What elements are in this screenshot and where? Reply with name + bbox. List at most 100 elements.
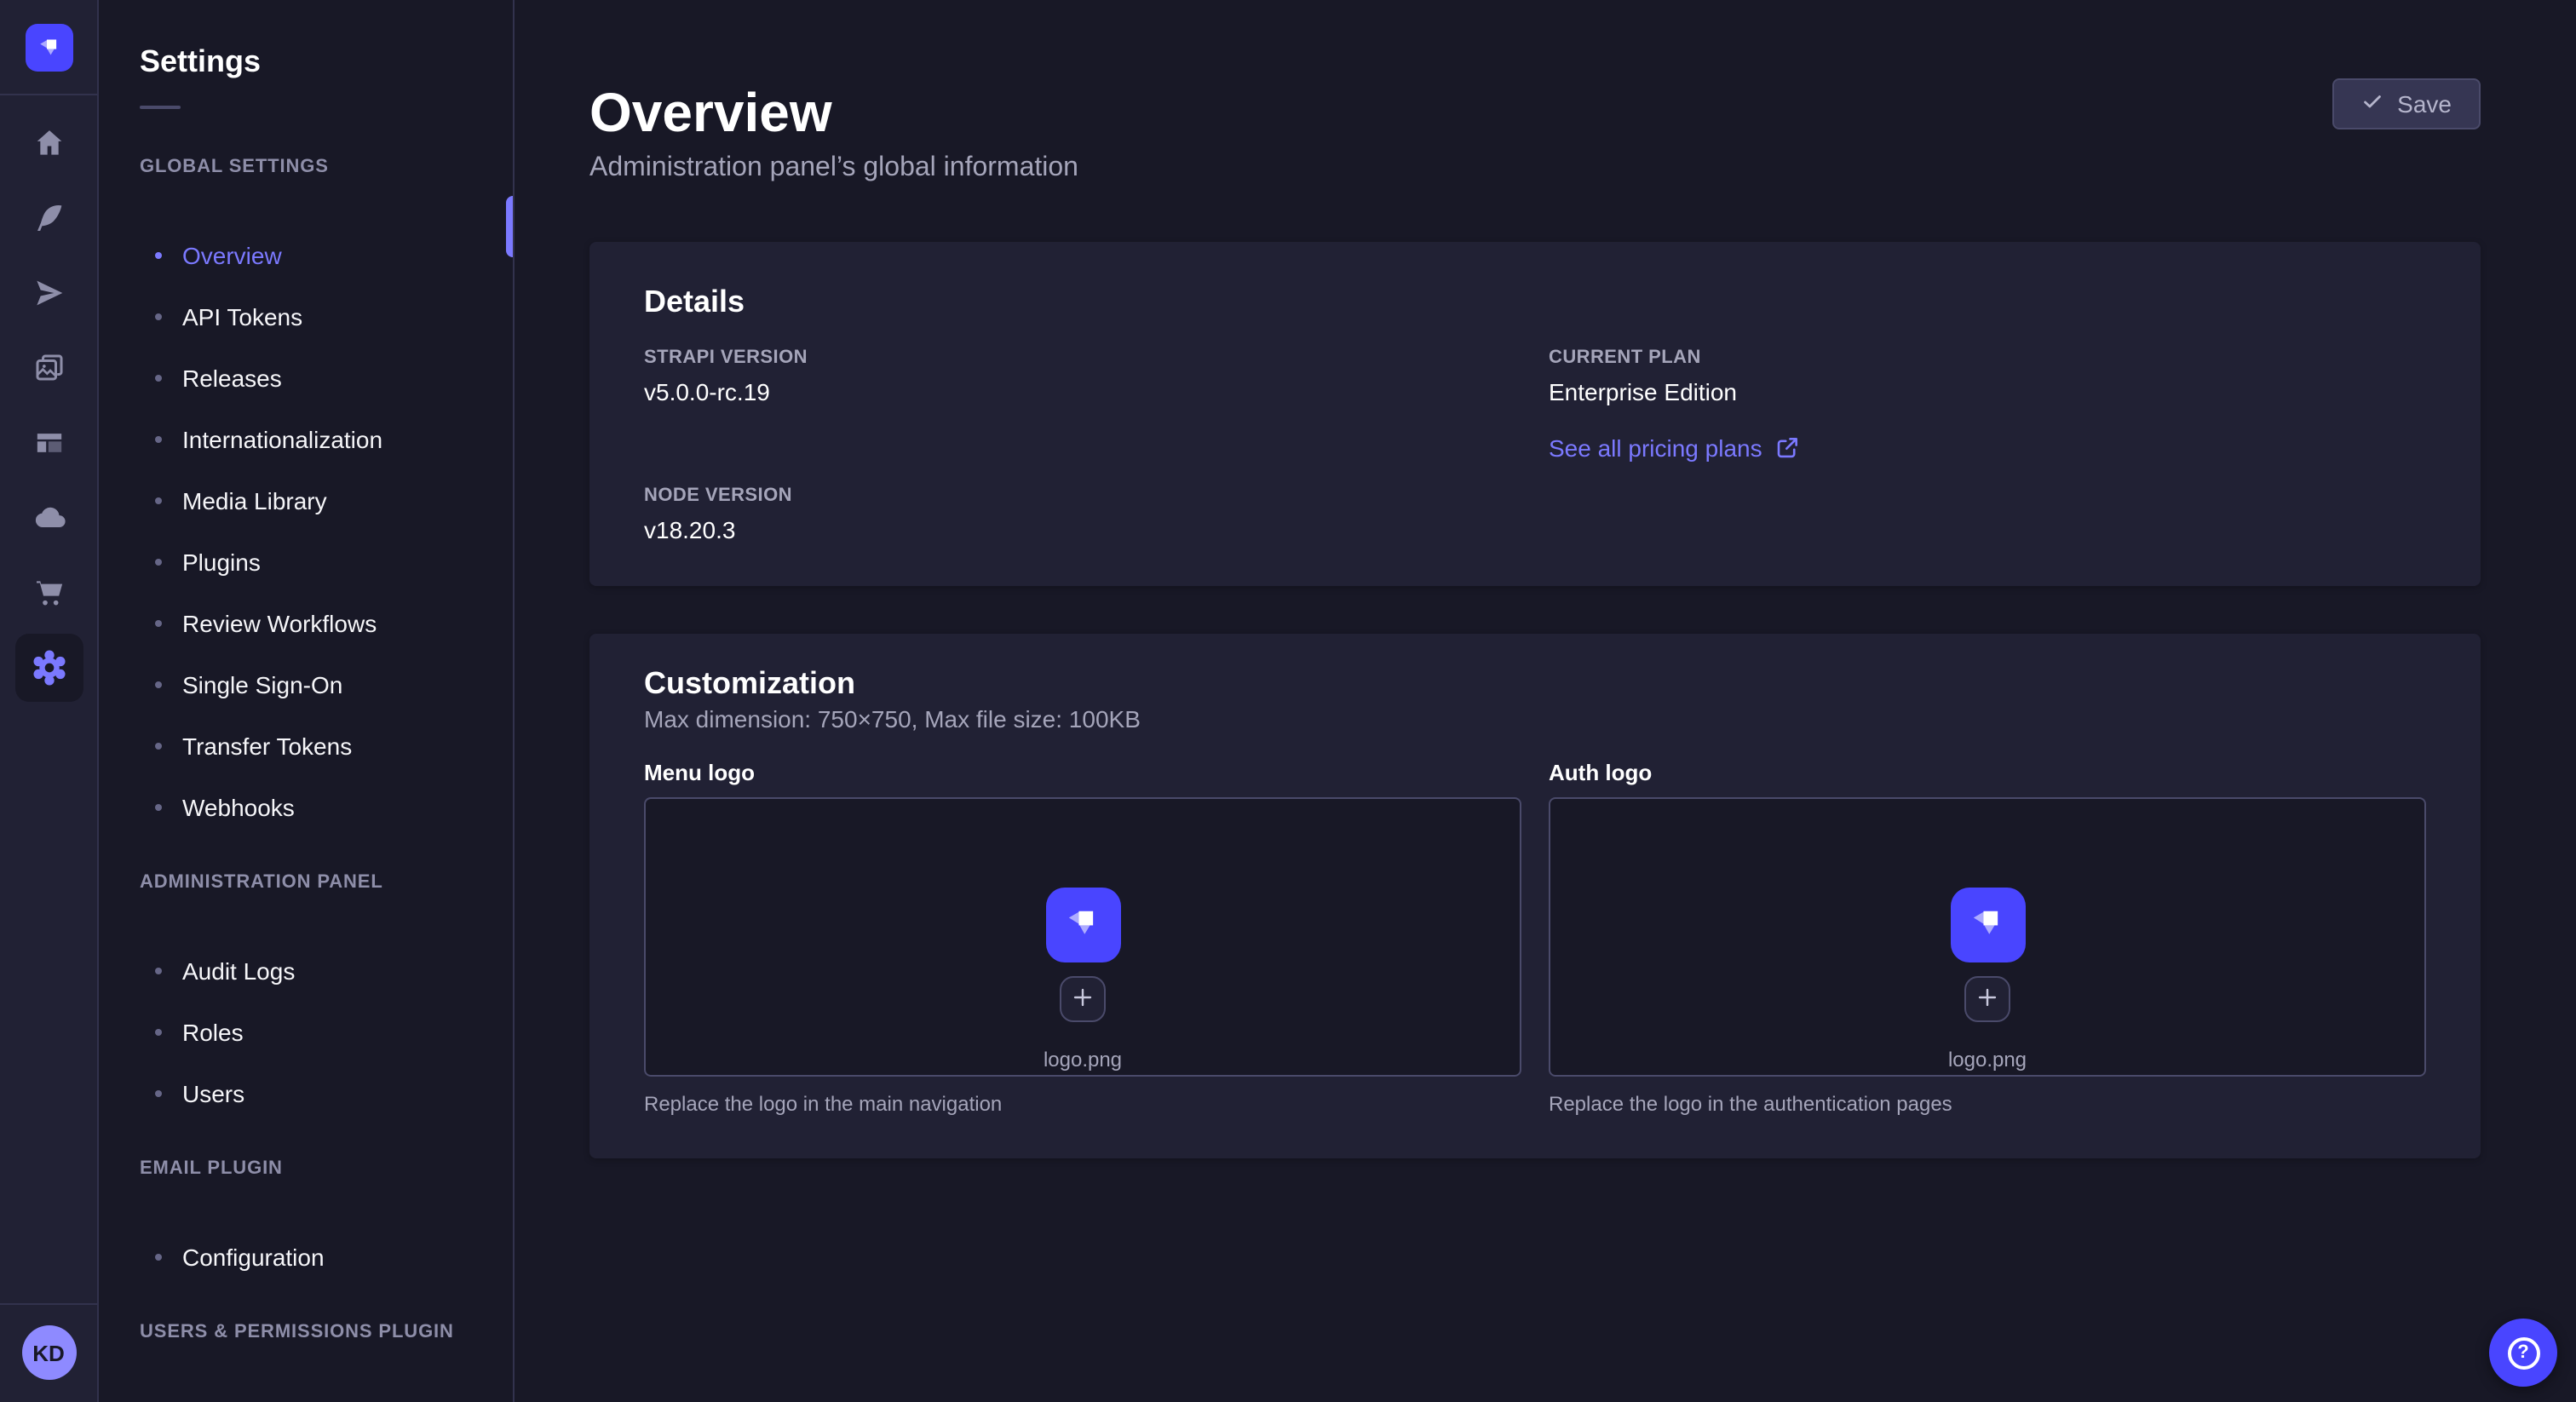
- subnav-item-label: Overview: [182, 242, 282, 269]
- subnav-section-global: GLOBAL SETTINGS Overview API Tokens Rele…: [99, 136, 513, 838]
- subnav-section-label: GLOBAL SETTINGS: [99, 136, 513, 198]
- subnav-item-audit-logs[interactable]: Audit Logs: [99, 940, 513, 1002]
- avatar[interactable]: KD: [21, 1325, 76, 1380]
- save-button-label: Save: [2397, 90, 2452, 118]
- current-plan-label: CURRENT PLAN: [1549, 348, 2426, 370]
- pricing-plans-link-label: See all pricing plans: [1549, 431, 1762, 465]
- subnav-item-single-sign-on[interactable]: Single Sign-On: [99, 654, 513, 715]
- subnav-item-transfer-tokens[interactable]: Transfer Tokens: [99, 715, 513, 777]
- add-logo-button[interactable]: [1964, 976, 2010, 1022]
- strapi-logo-button[interactable]: [25, 24, 72, 72]
- subnav-item-label: API Tokens: [182, 303, 302, 330]
- subnav-section-users-permissions: USERS & PERMISSIONS PLUGIN Roles Provide…: [99, 1301, 513, 1402]
- subnav-item-api-tokens[interactable]: API Tokens: [99, 286, 513, 348]
- customization-card: Customization Max dimension: 750×750, Ma…: [589, 634, 2481, 1158]
- subnav-section-label: USERS & PERMISSIONS PLUGIN: [99, 1301, 513, 1363]
- subnav-item-configuration[interactable]: Configuration: [99, 1227, 513, 1288]
- settings-subnav: Settings GLOBAL SETTINGS Overview API To…: [99, 0, 515, 1402]
- bullet-icon: [155, 620, 162, 627]
- pricing-plans-link[interactable]: See all pricing plans: [1549, 431, 1800, 465]
- node-version-label: NODE VERSION: [644, 486, 1521, 508]
- question-mark-icon: ?: [2507, 1336, 2539, 1369]
- strapi-logo-icon: [33, 30, 64, 66]
- strapi-logo-icon: [1964, 898, 2010, 952]
- images-icon[interactable]: [14, 334, 83, 402]
- help-button[interactable]: ?: [2489, 1319, 2557, 1387]
- page-header-text: Overview Administration panel’s global i…: [589, 78, 1078, 187]
- details-column-right: CURRENT PLAN Enterprise Edition See all …: [1549, 348, 2426, 545]
- subnav-item-overview[interactable]: Overview: [99, 225, 513, 286]
- subnav-item-internationalization[interactable]: Internationalization: [99, 409, 513, 470]
- main-content: Overview Administration panel’s global i…: [516, 0, 2576, 1402]
- bullet-icon: [155, 743, 162, 750]
- bullet-icon: [155, 968, 162, 974]
- details-column-left: STRAPI VERSION v5.0.0-rc.19 NODE VERSION…: [644, 348, 1521, 545]
- external-link-icon: [1776, 436, 1800, 460]
- bullet-icon: [155, 1254, 162, 1261]
- rail-nav: [14, 95, 83, 702]
- home-icon[interactable]: [14, 109, 83, 177]
- subnav-item-media-library[interactable]: Media Library: [99, 470, 513, 531]
- subnav-item-label: Configuration: [182, 1244, 325, 1271]
- subnav-item-label: Transfer Tokens: [182, 733, 352, 760]
- feather-icon[interactable]: [14, 184, 83, 252]
- rail-logo-section: [0, 0, 97, 95]
- current-plan-field: CURRENT PLAN Enterprise Edition: [1549, 348, 2426, 407]
- subnav-divider: [140, 106, 181, 109]
- bullet-icon: [155, 804, 162, 811]
- add-logo-button[interactable]: [1060, 976, 1106, 1022]
- details-card: Details STRAPI VERSION v5.0.0-rc.19 NODE…: [589, 242, 2481, 586]
- bullet-icon: [155, 1090, 162, 1097]
- bullet-icon: [155, 559, 162, 566]
- page-header: Overview Administration panel’s global i…: [589, 78, 2481, 187]
- menu-logo-filename: logo.png: [1044, 1048, 1122, 1072]
- gear-icon[interactable]: [14, 634, 83, 702]
- auth-logo-upload: Auth logo: [1549, 760, 2426, 1118]
- cloud-icon[interactable]: [14, 484, 83, 552]
- subnav-title: Settings: [140, 41, 513, 82]
- subnav-section-admin-panel: ADMINISTRATION PANEL Audit Logs Roles Us…: [99, 852, 513, 1124]
- strapi-logo-icon: [1060, 898, 1106, 952]
- menu-logo-dropzone[interactable]: logo.png: [644, 797, 1521, 1077]
- subnav-item-label: Plugins: [182, 549, 261, 576]
- auth-logo-dropzone[interactable]: logo.png: [1549, 797, 2426, 1077]
- paper-plane-icon[interactable]: [14, 259, 83, 327]
- subnav-item-roles[interactable]: Roles: [99, 1002, 513, 1063]
- menu-logo-label: Menu logo: [644, 760, 1521, 787]
- details-card-title: Details: [644, 283, 2426, 320]
- bullet-icon: [155, 681, 162, 688]
- save-button[interactable]: Save: [2332, 78, 2481, 129]
- menu-logo-preview: [1045, 888, 1120, 962]
- plus-icon: [1072, 985, 1094, 1013]
- menu-logo-upload: Menu logo: [644, 760, 1521, 1118]
- subnav-item-review-workflows[interactable]: Review Workflows: [99, 593, 513, 654]
- check-icon: [2361, 90, 2383, 118]
- subnav-item-users[interactable]: Users: [99, 1063, 513, 1124]
- main-nav-rail: KD: [0, 0, 99, 1402]
- subnav-item-webhooks[interactable]: Webhooks: [99, 777, 513, 838]
- subnav-item-up-roles[interactable]: Roles: [99, 1390, 513, 1402]
- strapi-version-label: STRAPI VERSION: [644, 348, 1521, 370]
- rail-user-section: KD: [0, 1303, 97, 1402]
- bullet-icon: [155, 497, 162, 504]
- current-plan-value: Enterprise Edition: [1549, 376, 2426, 407]
- cart-icon[interactable]: [14, 559, 83, 627]
- bullet-icon: [155, 436, 162, 443]
- subnav-item-label: Internationalization: [182, 426, 382, 453]
- node-version-field: NODE VERSION v18.20.3: [644, 486, 1521, 545]
- auth-logo-label: Auth logo: [1549, 760, 2426, 787]
- subnav-item-releases[interactable]: Releases: [99, 348, 513, 409]
- layout-icon[interactable]: [14, 409, 83, 477]
- subnav-list: GLOBAL SETTINGS Overview API Tokens Rele…: [99, 136, 513, 1402]
- subnav-item-plugins[interactable]: Plugins: [99, 531, 513, 593]
- subnav-item-label: Webhooks: [182, 794, 295, 821]
- bullet-icon: [155, 313, 162, 320]
- page-subtitle: Administration panel’s global informatio…: [589, 150, 1078, 187]
- details-grid: STRAPI VERSION v5.0.0-rc.19 NODE VERSION…: [644, 348, 2426, 545]
- strapi-version-field: STRAPI VERSION v5.0.0-rc.19: [644, 348, 1521, 407]
- plus-icon: [1976, 985, 1998, 1013]
- page-title: Overview: [589, 78, 1078, 147]
- auth-logo-filename: logo.png: [1948, 1048, 2027, 1072]
- active-item-indicator: [506, 196, 513, 257]
- node-version-value: v18.20.3: [644, 514, 1521, 545]
